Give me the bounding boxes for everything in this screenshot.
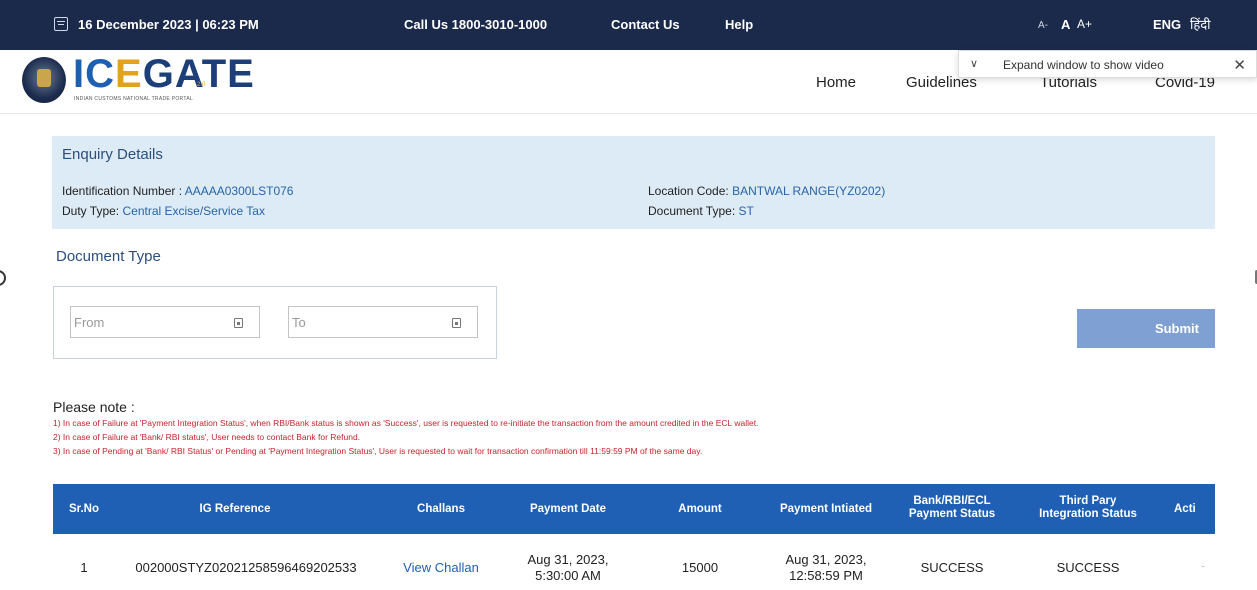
view-challan-link[interactable]: View Challan <box>383 560 499 576</box>
column-header-payment-date: Payment Date <box>529 503 607 515</box>
cell-sr-no: 1 <box>80 560 88 575</box>
calendar-icon[interactable] <box>234 318 243 328</box>
column-header-integration-status: Third Pary Integration Status <box>1039 495 1137 520</box>
cell-integration-status: SUCCESS <box>1056 560 1120 575</box>
note-item: 2) In case of Failure at 'Bank/ RBI stat… <box>53 432 361 442</box>
note-item: 1) In case of Failure at 'Payment Integr… <box>53 418 759 428</box>
identification-number: Identification Number : AAAAA0300LST076 <box>62 184 294 198</box>
help-link[interactable]: Help <box>725 17 753 32</box>
document-type: Document Type: ST <box>648 204 754 218</box>
submit-button[interactable]: Submit <box>1077 309 1215 348</box>
please-note-heading: Please note : <box>53 399 135 415</box>
table-row: 1 002000STYZ02021258596469202533 View Ch… <box>53 538 1215 590</box>
close-icon[interactable]: ✕ <box>1233 56 1246 74</box>
top-bar: 16 December 2023 | 06:23 PM Call Us 1800… <box>0 0 1257 50</box>
enquiry-title: Enquiry Details <box>62 146 163 163</box>
column-header-challans: Challans <box>417 503 465 515</box>
column-header-bank-status: Bank/RBI/ECL Payment Status <box>908 495 996 520</box>
enquiry-details-panel: Enquiry Details Identification Number : … <box>52 136 1215 229</box>
icegate-logo[interactable]: ICEGATE <box>73 52 255 97</box>
column-header-payment-initiated: Payment Intiated <box>779 503 873 515</box>
call-us-link[interactable]: Call Us 1800-3010-1000 <box>404 17 547 32</box>
date-range-filter: From To <box>53 286 497 359</box>
current-datetime: 16 December 2023 | 06:23 PM <box>78 17 259 32</box>
font-increase-button[interactable]: A+ <box>1077 17 1092 31</box>
national-emblem-logo[interactable] <box>22 57 66 103</box>
column-header-sr-no: Sr.No <box>68 503 100 515</box>
to-date-input[interactable]: To <box>288 306 478 338</box>
cell-payment-date: Aug 31, 2023, 5:30:00 AM <box>527 552 609 583</box>
column-header-ig-reference: IG Reference <box>199 503 271 515</box>
video-expand-popup: ∨ Expand window to show video ✕ <box>958 50 1257 78</box>
cell-payment-initiated: Aug 31, 2023, 12:58:59 PM <box>785 552 867 583</box>
font-normal-button[interactable]: A <box>1061 17 1070 32</box>
nav-home[interactable]: Home <box>816 74 856 91</box>
language-english-button[interactable]: ENG <box>1153 17 1181 32</box>
column-header-amount: Amount <box>678 503 722 515</box>
scroll-left-icon[interactable] <box>0 270 6 286</box>
cell-bank-status: SUCCESS <box>920 560 984 575</box>
chevron-down-icon[interactable]: ∨ <box>970 57 978 70</box>
contact-us-link[interactable]: Contact Us <box>611 17 680 32</box>
cell-ig-reference: 002000STYZ02021258596469202533 <box>135 560 357 575</box>
document-type-heading: Document Type <box>56 248 161 265</box>
font-decrease-button[interactable]: A- <box>1038 20 1048 31</box>
cell-action: - <box>1200 558 1206 573</box>
calendar-icon <box>54 17 68 31</box>
cell-amount: 15000 <box>681 560 719 575</box>
location-code: Location Code: BANTWAL RANGE(YZ0202) <box>648 184 886 198</box>
column-header-action: Acti <box>1174 503 1196 515</box>
calendar-icon[interactable] <box>452 318 461 328</box>
video-popup-text[interactable]: Expand window to show video <box>1003 58 1164 72</box>
logo-subtitle: INDIAN CUSTOMS NATIONAL TRADE PORTAL <box>74 96 194 102</box>
logo-version: 2.0 <box>197 82 206 88</box>
table-header: Sr.No IG Reference Challans Payment Date… <box>53 484 1215 534</box>
language-hindi-button[interactable]: हिंदी <box>1190 15 1211 33</box>
note-item: 3) In case of Pending at 'Bank/ RBI Stat… <box>53 446 703 456</box>
duty-type: Duty Type: Central Excise/Service Tax <box>62 204 265 218</box>
from-date-input[interactable]: From <box>70 306 260 338</box>
